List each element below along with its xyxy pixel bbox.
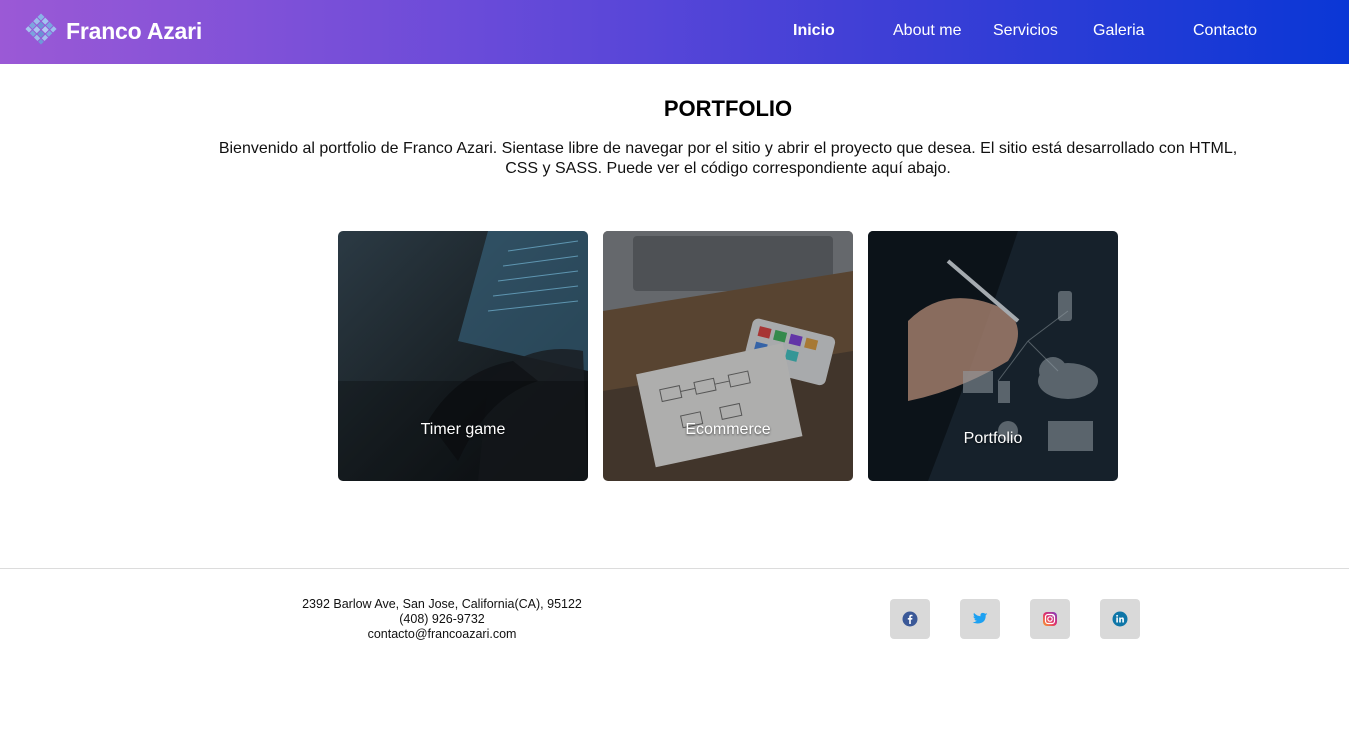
footer-phone: (408) 926-9732 [399,612,485,626]
linkedin-button[interactable] [1100,599,1140,639]
hand-tablet-photo [338,231,588,481]
page-title: PORTFOLIO [663,96,793,121]
linkedin-icon [1112,611,1128,627]
project-card-timer-game[interactable]: Timer game [338,231,588,481]
project-card-ecommerce[interactable]: Ecommerce [603,231,853,481]
footer-contact-info: 2392 Barlow Ave, San Jose, California(CA… [292,597,592,642]
twitter-icon [972,612,988,624]
instagram-button[interactable] [1030,599,1070,639]
nav-galeria[interactable]: Galeria [1093,21,1145,41]
footer-divider [0,568,1349,569]
brand-name[interactable]: Franco Azari [66,17,202,45]
instagram-icon [1043,612,1057,626]
brand-logo-icon[interactable] [24,12,58,46]
twitter-button[interactable] [960,599,1000,639]
footer-email[interactable]: contacto@francoazari.com [292,627,592,642]
nav-inicio[interactable]: Inicio [793,21,835,41]
nav-servicios[interactable]: Servicios [993,21,1058,41]
project-card-portfolio[interactable]: Portfolio [868,231,1118,481]
project-card-label: Portfolio [963,430,1023,447]
top-navbar: Franco Azari Inicio About me Servicios G… [0,0,1349,64]
footer-address: 2392 Barlow Ave, San Jose, California(CA… [302,597,582,611]
facebook-icon [902,611,918,627]
nav-about-me[interactable]: About me [893,21,961,41]
project-card-label: Timer game [420,421,506,438]
project-card-label: Ecommerce [685,421,771,438]
laptop-notebook-photo [603,231,853,481]
nav-contacto[interactable]: Contacto [1193,21,1257,41]
intro-text: Bienvenido al portfolio de Franco Azari.… [218,140,1238,177]
facebook-button[interactable] [890,599,930,639]
